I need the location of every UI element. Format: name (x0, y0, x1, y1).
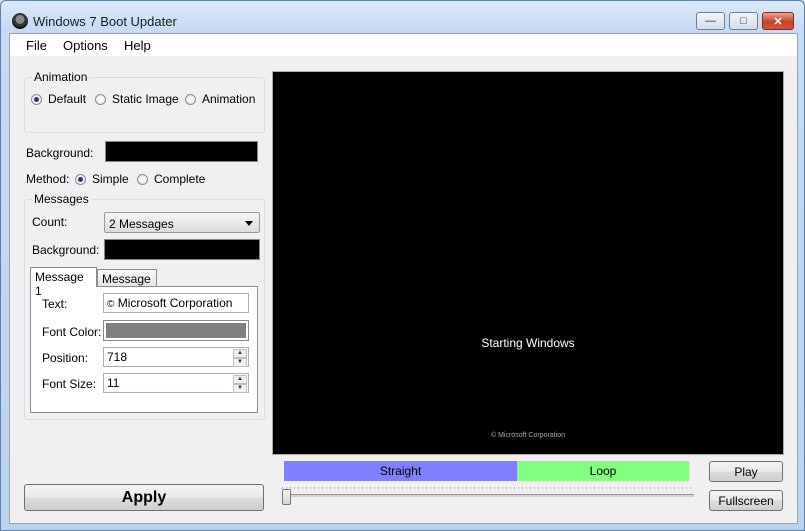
radio-static-image[interactable]: Static Image (95, 92, 179, 106)
title-bar[interactable]: Windows 7 Boot Updater — □ ✕ (1, 1, 804, 33)
radio-simple[interactable]: Simple (75, 172, 129, 186)
preview-status-text: Starting Windows (481, 336, 575, 350)
position-label: Position: (42, 351, 89, 365)
app-icon (12, 13, 28, 29)
radio-default-label: Default (48, 92, 87, 106)
font-size-spinner[interactable]: 11 ▲ ▼ (103, 373, 249, 393)
font-size-value: 11 (107, 376, 120, 390)
font-size-spin-buttons[interactable]: ▲ ▼ (233, 375, 247, 393)
maximize-button[interactable]: □ (729, 12, 758, 30)
spin-down-icon[interactable]: ▼ (233, 384, 247, 393)
animation-group-label: Animation (32, 70, 90, 84)
font-color-fill (106, 323, 246, 338)
messages-background-label: Background: (32, 243, 100, 257)
text-label: Text: (42, 297, 68, 311)
menu-options[interactable]: Options (63, 38, 108, 53)
timeline-slider[interactable] (282, 486, 694, 505)
dropdown-arrow-icon (245, 221, 253, 226)
messages-group-label: Messages (32, 192, 91, 206)
minimize-button[interactable]: — (696, 12, 725, 30)
count-label: Count: (32, 215, 68, 229)
radio-animation[interactable]: Animation (185, 92, 255, 106)
tab-message-2[interactable]: Message 2 (97, 269, 157, 300)
position-value: 718 (107, 350, 128, 364)
position-spin-buttons[interactable]: ▲ ▼ (233, 349, 247, 367)
messages-background-swatch[interactable] (104, 239, 260, 260)
fullscreen-button[interactable]: Fullscreen (709, 490, 783, 511)
radio-default[interactable]: Default (31, 92, 86, 106)
app-window: Windows 7 Boot Updater — □ ✕ File Option… (0, 0, 805, 531)
loop-segment[interactable]: Loop (517, 461, 689, 481)
radio-simple-label: Simple (92, 172, 129, 186)
copyright-icon: © (107, 299, 115, 310)
count-dropdown-value: 2 Messages (109, 217, 174, 231)
boot-preview: Starting Windows © Microsoft Corporation (272, 71, 784, 455)
window-title: Windows 7 Boot Updater (33, 14, 177, 29)
method-label: Method: (26, 172, 70, 186)
straight-segment[interactable]: Straight (284, 461, 517, 481)
slider-thumb[interactable] (282, 489, 291, 505)
spin-down-icon[interactable]: ▼ (233, 358, 247, 367)
play-button[interactable]: Play (709, 461, 783, 482)
position-spinner[interactable]: 718 ▲ ▼ (103, 347, 249, 367)
message-tab-panel: Text: © Microsoft Corporation Font Color… (30, 286, 258, 413)
font-color-swatch[interactable] (103, 320, 249, 341)
preview-copyright-text: © Microsoft Corporation (490, 432, 566, 439)
spin-up-icon[interactable]: ▲ (233, 375, 247, 384)
font-color-label: Font Color: (42, 325, 102, 339)
tab-message-1[interactable]: Message 1 (30, 267, 97, 298)
radio-animation-indicator (185, 93, 196, 105)
messages-group: Messages Count: 2 Messages Background: M… (24, 192, 265, 420)
radio-static-image-indicator (95, 93, 106, 105)
background-color-swatch[interactable] (105, 141, 258, 162)
slider-track (282, 494, 694, 497)
menu-help[interactable]: Help (124, 38, 151, 53)
font-size-label: Font Size: (42, 377, 97, 391)
radio-static-image-label: Static Image (112, 92, 179, 106)
slider-ticks (282, 487, 694, 489)
message-text-value: Microsoft Corporation (117, 296, 233, 310)
menu-file[interactable]: File (26, 38, 47, 53)
background-label: Background: (26, 146, 94, 160)
count-dropdown[interactable]: 2 Messages (104, 212, 260, 233)
radio-complete-label: Complete (154, 172, 206, 186)
client-area: File Options Help Animation Default Stat… (9, 33, 798, 524)
spin-up-icon[interactable]: ▲ (233, 349, 247, 358)
apply-button[interactable]: Apply (24, 484, 264, 511)
animation-group: Animation Default Static Image Animation (24, 70, 265, 133)
radio-animation-label: Animation (202, 92, 256, 106)
radio-default-indicator (31, 93, 42, 105)
menu-bar: File Options Help (10, 34, 797, 56)
radio-complete[interactable]: Complete (137, 172, 205, 186)
radio-simple-indicator (75, 173, 86, 185)
message-text-input[interactable]: © Microsoft Corporation (103, 293, 249, 313)
close-button[interactable]: ✕ (762, 12, 794, 30)
radio-complete-indicator (137, 173, 148, 185)
